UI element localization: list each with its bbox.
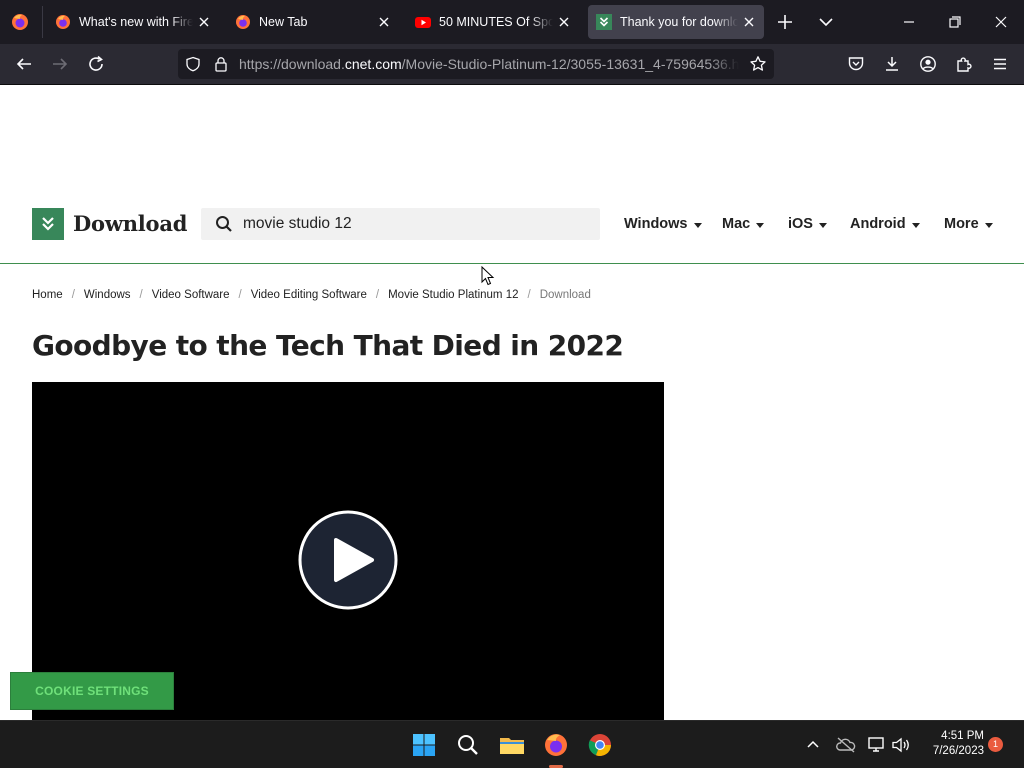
breadcrumb-separator: / xyxy=(71,289,75,301)
reload-icon[interactable] xyxy=(82,50,110,78)
tab-title: Thank you for downloading xyxy=(620,15,738,29)
bookmark-star-icon[interactable] xyxy=(749,55,767,73)
caret-down-icon xyxy=(756,222,765,228)
nav-label: Mac xyxy=(722,216,751,232)
close-tab-icon[interactable] xyxy=(375,13,393,31)
tracking-shield-icon[interactable] xyxy=(185,56,201,72)
address-bar[interactable]: https://download.cnet.com/Movie-Studio-P… xyxy=(178,49,774,79)
extensions-puzzle-icon[interactable] xyxy=(950,50,978,78)
breadcrumb-separator: / xyxy=(375,289,380,301)
nav-android[interactable]: Android xyxy=(850,216,920,232)
windows-taskbar: 4:51 PM 7/26/2023 1 xyxy=(0,720,1024,768)
caret-down-icon xyxy=(984,222,993,228)
breadcrumb-video-software[interactable]: Video Software xyxy=(152,289,230,301)
file-explorer-icon[interactable] xyxy=(496,729,528,761)
clock-time: 4:51 PM xyxy=(941,730,984,742)
breadcrumb-separator: / xyxy=(238,289,242,301)
chrome-icon[interactable] xyxy=(584,729,616,761)
lock-icon[interactable] xyxy=(213,56,229,72)
cookie-settings-button[interactable]: COOKIE SETTINGS xyxy=(10,672,174,710)
site-search-input[interactable]: movie studio 12 xyxy=(201,208,600,240)
breadcrumb: Home / Windows / Video Software / Video Edi… xyxy=(32,289,591,301)
breadcrumb-separator: / xyxy=(139,289,143,301)
tab-title: New Tab xyxy=(259,15,308,29)
breadcrumb-separator: / xyxy=(527,289,531,301)
nav-ios[interactable]: iOS xyxy=(788,216,827,232)
tab-thank-you[interactable]: Thank you for downloading xyxy=(588,5,764,39)
nav-label: Windows xyxy=(624,216,688,232)
restore-icon[interactable] xyxy=(944,12,966,32)
url-prefix: https://download. xyxy=(239,56,345,72)
caret-down-icon xyxy=(693,222,702,228)
breadcrumb-windows[interactable]: Windows xyxy=(84,289,131,301)
minimize-icon[interactable] xyxy=(898,12,920,32)
downloads-icon[interactable] xyxy=(878,50,906,78)
network-icon[interactable] xyxy=(867,736,887,754)
download-logo-icon xyxy=(596,14,612,30)
search-query-text: movie studio 12 xyxy=(243,215,352,232)
tab-new-tab[interactable]: New Tab xyxy=(227,5,399,39)
breadcrumb-movie-studio[interactable]: Movie Studio Platinum 12 xyxy=(388,289,518,301)
search-icon[interactable] xyxy=(452,729,484,761)
site-logo-text[interactable]: Download xyxy=(73,211,187,236)
site-header: Download movie studio 12 Windows Mac iOS… xyxy=(0,85,1024,264)
firefox-icon[interactable] xyxy=(540,729,572,761)
notification-badge[interactable]: 1 xyxy=(988,737,1003,752)
url-text[interactable]: https://download.cnet.com/Movie-Studio-P… xyxy=(239,56,739,72)
pocket-icon[interactable] xyxy=(842,50,870,78)
clock-date: 7/26/2023 xyxy=(932,745,984,757)
onedrive-offline-icon[interactable] xyxy=(836,736,856,754)
close-tab-icon[interactable] xyxy=(740,13,758,31)
tab-whats-new[interactable]: What's new with Firefox xyxy=(47,5,219,39)
windows-start-icon[interactable] xyxy=(408,729,440,761)
account-icon[interactable] xyxy=(914,50,942,78)
nav-label: More xyxy=(944,216,979,232)
tab-title: 50 MINUTES Of SpongeBob xyxy=(439,15,553,29)
firefox-view-icon[interactable] xyxy=(10,12,30,32)
close-tab-icon[interactable] xyxy=(195,13,213,31)
new-tab-plus-icon[interactable] xyxy=(775,12,795,32)
search-icon xyxy=(215,215,233,233)
youtube-icon xyxy=(415,14,431,30)
nav-mac[interactable]: Mac xyxy=(722,216,765,232)
mouse-cursor-icon xyxy=(481,266,495,286)
nav-label: Android xyxy=(850,216,906,232)
nav-more[interactable]: More xyxy=(944,216,993,232)
url-path: /Movie-Studio-Platinum-12/3055-13631_4-7… xyxy=(401,56,739,72)
clock[interactable]: 4:51 PM 7/26/2023 xyxy=(922,729,984,759)
breadcrumb-home[interactable]: Home xyxy=(32,289,63,301)
nav-label: iOS xyxy=(788,216,813,232)
forward-arrow-icon[interactable] xyxy=(46,50,74,78)
tab-spongebob[interactable]: 50 MINUTES Of SpongeBob xyxy=(407,5,579,39)
nav-windows[interactable]: Windows xyxy=(624,216,702,232)
back-arrow-icon[interactable] xyxy=(10,50,38,78)
tab-strip: What's new with Firefox New Tab 50 MINUT… xyxy=(0,0,1024,44)
url-domain: cnet.com xyxy=(344,56,402,72)
breadcrumb-current: Download xyxy=(539,289,591,301)
firefox-icon xyxy=(235,14,251,30)
page-title: Goodbye to the Tech That Died in 2022 xyxy=(32,329,624,362)
volume-icon[interactable] xyxy=(891,736,911,754)
list-all-tabs-chevron-icon[interactable] xyxy=(816,12,836,32)
web-page: Download movie studio 12 Windows Mac iOS… xyxy=(0,85,1024,720)
tab-separator xyxy=(42,6,43,38)
breadcrumb-video-editing-software[interactable]: Video Editing Software xyxy=(251,289,367,301)
download-logo-icon[interactable] xyxy=(32,208,64,240)
play-icon[interactable] xyxy=(298,510,398,610)
firefox-icon xyxy=(55,14,71,30)
hamburger-menu-icon[interactable] xyxy=(986,50,1014,78)
caret-down-icon xyxy=(818,222,827,228)
navigation-toolbar: https://download.cnet.com/Movie-Studio-P… xyxy=(0,44,1024,85)
video-player[interactable] xyxy=(32,382,664,720)
show-hidden-icons-chevron-icon[interactable] xyxy=(805,737,821,753)
close-window-icon[interactable] xyxy=(990,12,1012,32)
tab-title: What's new with Firefox xyxy=(79,15,193,29)
caret-down-icon xyxy=(911,222,920,228)
close-tab-icon[interactable] xyxy=(555,13,573,31)
